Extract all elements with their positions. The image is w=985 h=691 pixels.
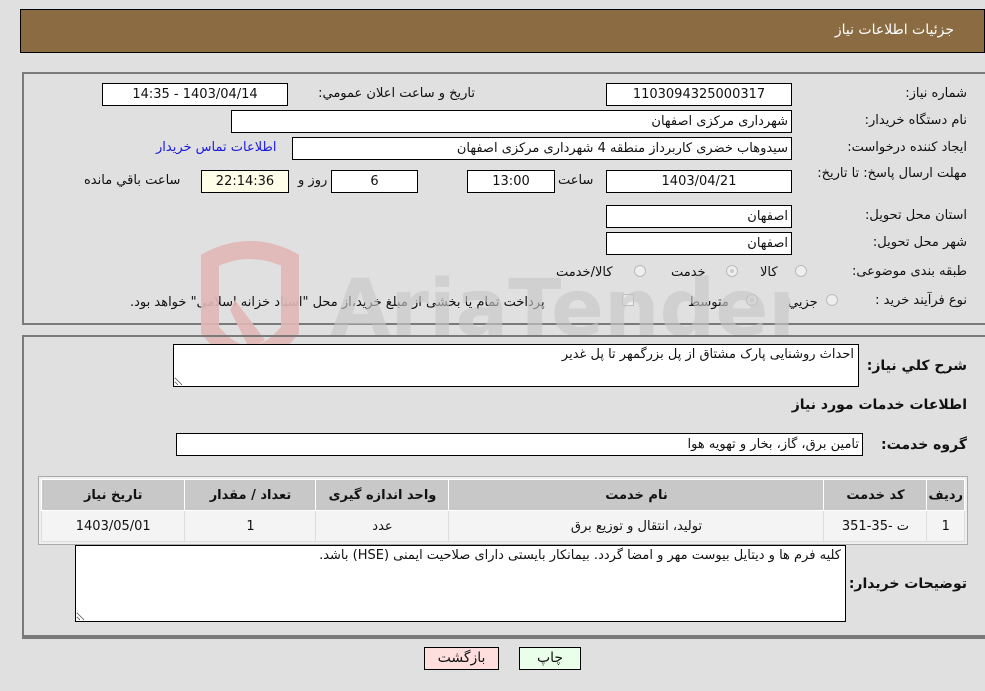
services-table: ردیف کد خدمت نام خدمت واحد اندازه گیری ت… bbox=[40, 479, 965, 542]
deadline-date-field: 1403/04/21 bbox=[606, 170, 792, 193]
purchase-type-radio-medium[interactable] bbox=[746, 294, 758, 306]
need-number-field: 1103094325000317 bbox=[606, 83, 792, 106]
cell-service-name: تولید، انتقال و توزیع برق bbox=[448, 510, 825, 542]
treasury-note: پرداخت تمام یا بخشی از مبلغ خرید،از محل … bbox=[130, 295, 545, 310]
deadline-time-field: 13:00 bbox=[467, 170, 555, 193]
buyer-contact-link[interactable]: اطلاعات تماس خریدار bbox=[156, 140, 276, 155]
description-textarea[interactable]: احداث روشنایی پارک مشتاق از پل بزرگمهر ت… bbox=[173, 344, 859, 387]
category-option-service: خدمت bbox=[671, 265, 706, 280]
remaining-time-label: ساعت باقي مانده bbox=[84, 173, 181, 188]
need-number-label: شماره نیاز: bbox=[905, 86, 967, 101]
col-unit: واحد اندازه گیری bbox=[315, 479, 450, 511]
col-service-name: نام خدمت bbox=[448, 479, 825, 511]
buyer-org-label: نام دستگاه خریدار: bbox=[864, 113, 967, 128]
cell-unit: عدد bbox=[315, 510, 450, 542]
category-radio-goods[interactable] bbox=[795, 265, 807, 277]
city-label: شهر محل تحویل: bbox=[872, 235, 967, 250]
services-heading: اطلاعات خدمات مورد نیاز bbox=[791, 397, 967, 413]
cell-row-number: 1 bbox=[926, 510, 965, 542]
buyer-org-field: شهرداری مرکزی اصفهان bbox=[231, 110, 792, 133]
deadline-label: مهلت ارسال پاسخ: تا تاریخ: bbox=[817, 166, 967, 181]
col-need-date: تاریخ نیاز bbox=[40, 479, 186, 511]
cell-quantity: 1 bbox=[184, 510, 317, 542]
province-label: استان محل تحویل: bbox=[865, 208, 967, 223]
category-radio-goods-service[interactable] bbox=[634, 265, 646, 277]
services-table-wrap: ردیف کد خدمت نام خدمت واحد اندازه گیری ت… bbox=[38, 476, 968, 545]
buyer-notes-label: توضیحات خریدار: bbox=[848, 576, 967, 592]
announce-datetime-field: 1403/04/14 - 14:35 bbox=[102, 83, 288, 106]
deadline-time-label: ساعت bbox=[558, 173, 594, 188]
announce-datetime-label: تاریخ و ساعت اعلان عمومي: bbox=[318, 86, 475, 101]
buyer-notes-textarea[interactable]: کلیه فرم ها و دیتایل بیوست مهر و امضا گر… bbox=[75, 545, 846, 622]
service-group-label: گروه خدمت: bbox=[881, 437, 967, 453]
province-field: اصفهان bbox=[606, 205, 792, 228]
cell-need-date: 1403/05/01 bbox=[40, 510, 186, 542]
print-button[interactable]: چاپ bbox=[519, 647, 581, 670]
service-group-field: تامین برق، گاز، بخار و تهویه هوا bbox=[176, 433, 863, 456]
city-field: اصفهان bbox=[606, 232, 792, 255]
table-header-row: ردیف کد خدمت نام خدمت واحد اندازه گیری ت… bbox=[40, 479, 965, 511]
description-label: شرح کلي نیاز: bbox=[866, 358, 967, 374]
days-label: روز و bbox=[298, 173, 328, 188]
page-title: جزئیات اطلاعات نیاز bbox=[834, 22, 954, 38]
category-option-goods: کالا bbox=[760, 265, 778, 280]
purchase-type-radio-minor[interactable] bbox=[826, 294, 838, 306]
page-header: جزئیات اطلاعات نیاز bbox=[20, 9, 985, 53]
category-label: طبقه بندی موضوعی: bbox=[851, 264, 967, 279]
requester-label: ایجاد کننده درخواست: bbox=[847, 140, 967, 155]
purchase-type-option-medium: متوسط bbox=[688, 295, 729, 310]
footer-separator bbox=[22, 637, 985, 639]
cell-service-code: ت -35-351 bbox=[823, 510, 928, 542]
remaining-time-field: 22:14:36 bbox=[201, 170, 289, 193]
col-quantity: تعداد / مقدار bbox=[184, 479, 317, 511]
category-option-goods-service: کالا/خدمت bbox=[556, 265, 613, 280]
category-radio-service[interactable] bbox=[726, 265, 738, 277]
remaining-days-field: 6 bbox=[331, 170, 418, 193]
col-service-code: کد خدمت bbox=[823, 479, 928, 511]
back-button[interactable]: بازگشت bbox=[424, 647, 499, 670]
purchase-type-label: نوع فرآیند خرید : bbox=[875, 293, 967, 308]
col-row-number: ردیف bbox=[926, 479, 965, 511]
table-row: 1 ت -35-351 تولید، انتقال و توزیع برق عد… bbox=[40, 510, 965, 542]
purchase-type-option-minor: جزیي bbox=[788, 295, 818, 310]
requester-field: سیدوهاب خضری کاربرداز منطقه 4 شهرداری مر… bbox=[292, 137, 792, 160]
treasury-checkbox[interactable] bbox=[622, 294, 634, 306]
